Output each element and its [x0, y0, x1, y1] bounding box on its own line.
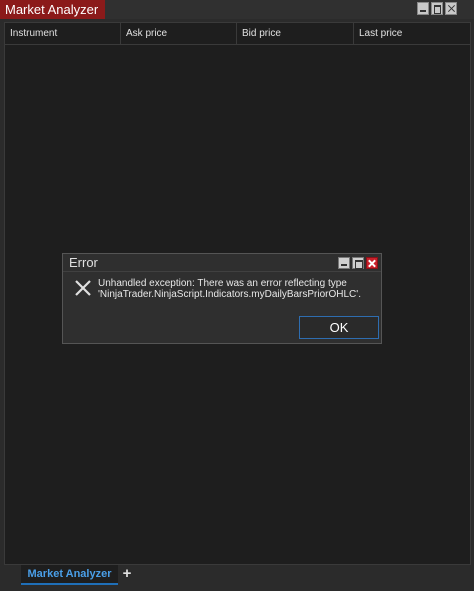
market-analyzer-window: Market Analyzer Instrument Ask price Bid…: [0, 0, 474, 591]
ok-button[interactable]: OK: [299, 316, 379, 339]
error-message-line1: Unhandled exception: There was an error …: [98, 278, 347, 289]
window-title: Market Analyzer: [0, 0, 106, 19]
title-bar[interactable]: Market Analyzer: [0, 0, 474, 19]
tab-market-analyzer[interactable]: Market Analyzer: [21, 565, 118, 585]
error-message: Unhandled exception: There was an error …: [98, 278, 378, 300]
error-dialog: Error Unhandled exception: There was an …: [62, 253, 382, 344]
dialog-close-icon[interactable]: [366, 257, 378, 269]
error-x-icon: [75, 280, 91, 296]
maximize-icon[interactable]: [431, 2, 443, 15]
dialog-title-bar[interactable]: Error: [63, 254, 381, 272]
close-icon[interactable]: [445, 2, 457, 15]
add-tab-button[interactable]: +: [119, 566, 135, 582]
grid-header: Instrument Ask price Bid price Last pric…: [5, 23, 470, 45]
dialog-minimize-icon[interactable]: [338, 257, 350, 269]
dialog-maximize-icon[interactable]: [352, 257, 364, 269]
error-message-line2: 'NinjaTrader.NinjaScript.Indicators.myDa…: [98, 289, 361, 300]
tab-bar: Market Analyzer +: [0, 565, 474, 591]
minimize-icon[interactable]: [417, 2, 429, 15]
column-header-ask-price[interactable]: Ask price: [121, 23, 237, 45]
dialog-title: Error: [69, 255, 98, 270]
column-header-bid-price[interactable]: Bid price: [237, 23, 354, 45]
column-header-last-price[interactable]: Last price: [354, 23, 470, 45]
column-header-instrument[interactable]: Instrument: [5, 23, 121, 45]
